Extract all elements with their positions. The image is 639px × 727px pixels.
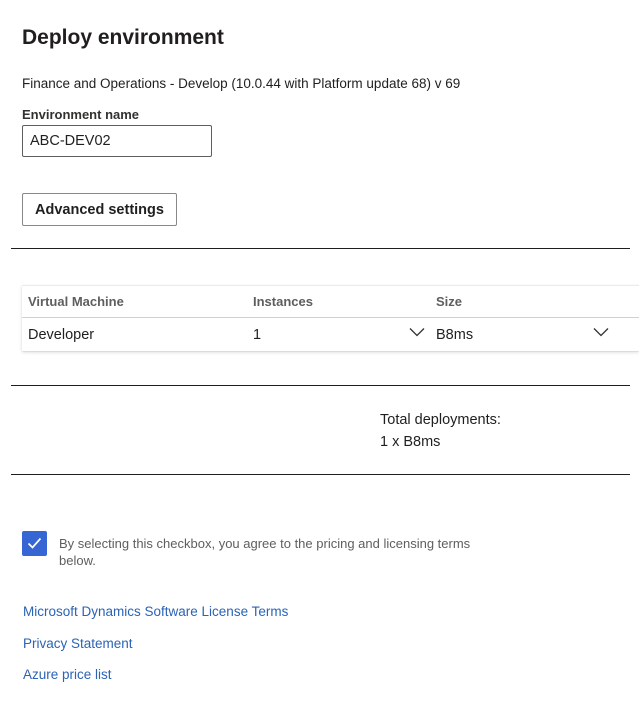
- azure-price-list-link[interactable]: Azure price list: [23, 667, 112, 682]
- vm-table: Virtual Machine Instances Size Developer…: [22, 285, 639, 351]
- privacy-statement-link[interactable]: Privacy Statement: [23, 636, 133, 651]
- environment-name-label: Environment name: [22, 107, 140, 122]
- column-header-instances: Instances: [253, 294, 313, 309]
- total-deployments-value: 1 x B8ms: [380, 434, 441, 450]
- divider: [11, 474, 630, 475]
- column-header-virtual-machine: Virtual Machine: [28, 294, 124, 309]
- divider: [11, 248, 630, 249]
- agreement-checkbox[interactable]: [22, 531, 47, 556]
- license-terms-link[interactable]: Microsoft Dynamics Software License Term…: [23, 604, 288, 619]
- checkmark-icon: [27, 537, 42, 549]
- page-title: Deploy environment: [22, 26, 224, 49]
- size-value: B8ms: [436, 327, 474, 343]
- column-header-size: Size: [436, 294, 463, 309]
- advanced-settings-button[interactable]: Advanced settings: [22, 193, 177, 226]
- environment-version: Finance and Operations - Develop (10.0.4…: [22, 76, 461, 91]
- chevron-down-icon: [409, 325, 425, 337]
- size-dropdown[interactable]: B8ms: [430, 318, 616, 352]
- table-row: Developer 1 B8ms: [22, 318, 639, 352]
- instances-value: 1: [253, 327, 262, 343]
- table-header: Virtual Machine Instances Size: [22, 286, 639, 318]
- chevron-down-icon: [593, 325, 609, 337]
- environment-name-input[interactable]: [22, 125, 212, 157]
- total-deployments-label: Total deployments:: [380, 412, 501, 428]
- agreement-text: By selecting this checkbox, you agree to…: [59, 536, 471, 568]
- instances-dropdown[interactable]: 1: [247, 318, 429, 352]
- virtual-machine-cell: Developer: [28, 327, 95, 343]
- divider: [11, 385, 630, 386]
